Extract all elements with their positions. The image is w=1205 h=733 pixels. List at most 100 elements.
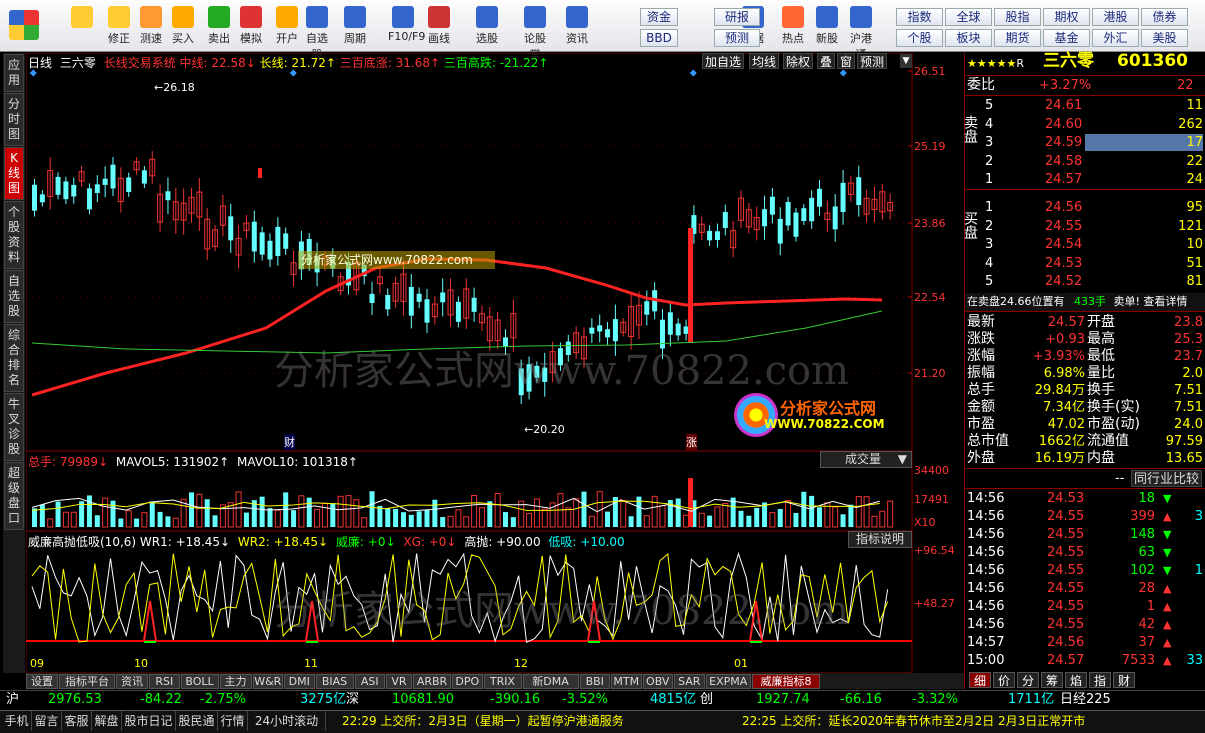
toolbar-tag-0[interactable]: 资金 [640,8,678,26]
toolbar-button-news[interactable]: 资讯 [562,4,592,50]
chart-top-button-3[interactable]: 叠 [817,53,836,69]
toolbar-button-hammer[interactable]: 模拟 [236,4,266,50]
toolbar-tag-3[interactable]: 预测 [714,29,760,47]
indicator-tab-15[interactable]: BBI [579,674,610,689]
indicator-tab-20[interactable]: 威廉指标8 [752,674,820,689]
ticker-tab-1[interactable]: 留言 [32,711,62,731]
indicator-help-button[interactable]: 指标说明 [848,531,912,548]
market-tab-6[interactable]: 个股 [896,29,943,47]
ticker-tab-2[interactable]: 客服 [62,711,92,731]
quote-tab-0[interactable]: 细 [969,672,991,688]
news-item-2[interactable]: 22:25 上交所：延长2020年春节休市至2月2日 2月3日正常开市 [742,711,1205,731]
toolbar-button-hk-connect[interactable]: 沪港通 [846,4,876,61]
nikkei-label[interactable]: 日经225 [1060,691,1111,709]
market-tab-7[interactable]: 板块 [945,29,992,47]
toolbar-button-grid-app[interactable] [6,4,42,50]
indicator-tab-17[interactable]: OBV [642,674,673,689]
toolbar-button-back-arrow[interactable] [64,4,100,50]
market-tab-0[interactable]: 指数 [896,8,943,26]
toolbar-button-speed-test[interactable]: 测速 [136,4,166,50]
indicator-tab-11[interactable]: ARBR [413,674,451,689]
ticker-tab-5[interactable]: 股民通 [176,711,218,731]
finance-marker[interactable]: 财 [284,434,295,450]
indicator-system-name[interactable]: 长线交易系统 [104,56,176,70]
toolbar-button-screener[interactable]: 选股 [472,4,502,50]
ticker-tab-0[interactable]: 手机 [2,711,32,731]
left-tab-0[interactable]: 应用 [4,54,24,92]
chart-top-button-5[interactable]: 预测 [857,53,888,69]
toolbar-button-f10[interactable]: F10/F9 [388,4,425,50]
chart-top-button-1[interactable]: 均线 [749,53,780,69]
quote-tab-1[interactable]: 价 [993,672,1015,688]
wr-indicator-name[interactable]: 威廉高抛低吸(10,6) [28,535,136,549]
toolbar-button-favorites[interactable]: 自选股 [302,4,332,61]
indicator-tab-18[interactable]: SAR [674,674,705,689]
toolbar-button-buy[interactable]: 买入 [168,4,198,50]
chart-menu-arrow-icon[interactable]: ▼ [900,54,912,68]
buy-level-price[interactable]: 24.53 [1045,255,1082,272]
market-tab-10[interactable]: 外汇 [1092,29,1139,47]
indicator-tab-6[interactable]: W&R [252,674,283,689]
toolbar-button-pen[interactable]: 画线 [424,4,454,50]
left-tab-5[interactable]: 综合排名 [4,324,24,392]
quote-tab-5[interactable]: 指 [1089,672,1111,688]
toolbar-tag-1[interactable]: BBD [640,29,678,47]
ticker-tab-6[interactable]: 行情 [218,711,248,731]
cy-index-label[interactable]: 创 [700,691,713,709]
buy-level-price[interactable]: 24.54 [1045,236,1082,253]
limit-up-marker[interactable]: 涨 [686,434,697,450]
news-item-1[interactable]: 22:29 上交所：2月3日（星期一）起暂停沪港通服务 [342,711,624,731]
toolbar-button-new-stock[interactable]: 新股 [812,4,842,50]
indicator-tab-2[interactable]: 资讯 [116,674,148,689]
market-tab-5[interactable]: 债券 [1141,8,1188,26]
toolbar-button-sell[interactable]: 卖出 [204,4,234,50]
indicator-tab-7[interactable]: DMI [284,674,315,689]
market-tab-1[interactable]: 全球 [945,8,992,26]
toolbar-button-hot[interactable]: 热点 [778,4,808,50]
quote-tab-3[interactable]: 筹 [1041,672,1063,688]
ticker-tab-7[interactable]: 24小时滚动 [248,711,326,731]
indicator-tab-8[interactable]: BIAS [315,674,354,689]
chart-top-button-4[interactable]: 窗 [837,53,856,69]
market-tab-3[interactable]: 期权 [1043,8,1090,26]
left-tab-3[interactable]: 个股资料 [4,201,24,269]
market-tab-2[interactable]: 股指 [994,8,1041,26]
indicator-tab-0[interactable]: 设置 [26,674,58,689]
left-tab-6[interactable]: 牛叉诊股 [4,393,24,461]
sh-index-label[interactable]: 沪 [6,691,19,709]
indicator-tab-4[interactable]: BOLL [180,674,219,689]
buy-level-price[interactable]: 24.52 [1045,273,1082,290]
quote-tab-2[interactable]: 分 [1017,672,1039,688]
buy-level-price[interactable]: 24.56 [1045,199,1082,216]
quote-tab-4[interactable]: 焰 [1065,672,1087,688]
toolbar-button-clock[interactable]: 周期 [340,4,370,50]
large-order-alert[interactable]: 在卖盘24.66位置有 433手 卖单! 查看详情 [965,293,1205,311]
indicator-tab-3[interactable]: RSI [149,674,180,689]
left-tab-4[interactable]: 自选股 [4,270,24,323]
market-tab-8[interactable]: 期货 [994,29,1041,47]
period-label[interactable]: 日线 [28,56,52,70]
market-tab-9[interactable]: 基金 [1043,29,1090,47]
volume-indicator-select[interactable]: 成交量 ▼ [820,451,912,468]
indicator-tab-1[interactable]: 指标平台 [59,674,115,689]
left-tab-1[interactable]: 分时图 [4,93,24,146]
quote-tab-6[interactable]: 财 [1113,672,1135,688]
buy-level-price[interactable]: 24.55 [1045,218,1082,235]
sell-level-price[interactable]: 24.61 [1045,97,1082,114]
left-tab-7[interactable]: 超级盘口 [4,462,24,530]
market-tab-11[interactable]: 美股 [1141,29,1188,47]
toolbar-button-restore[interactable]: 修正 [104,4,134,50]
indicator-tab-14[interactable]: 新DMA [522,674,579,689]
indicator-tab-9[interactable]: ASI [354,674,385,689]
chart-area[interactable]: 26.51 25.19 23.86 22.54 21.20 34400 17491 X10 +9… [25,52,964,674]
ticker-tab-3[interactable]: 解盘 [92,711,122,731]
left-tab-2[interactable]: K线图 [4,147,24,200]
sell-level-price[interactable]: 24.57 [1045,171,1082,188]
indicator-tab-16[interactable]: MTM [611,674,642,689]
indicator-tab-12[interactable]: DPO [452,674,483,689]
indicator-tab-19[interactable]: EXPMA [705,674,751,689]
indicator-tab-10[interactable]: VR [386,674,412,689]
chart-top-button-0[interactable]: 加自选 [702,53,745,69]
sz-index-label[interactable]: 深 [346,691,359,709]
market-tab-4[interactable]: 港股 [1092,8,1139,26]
